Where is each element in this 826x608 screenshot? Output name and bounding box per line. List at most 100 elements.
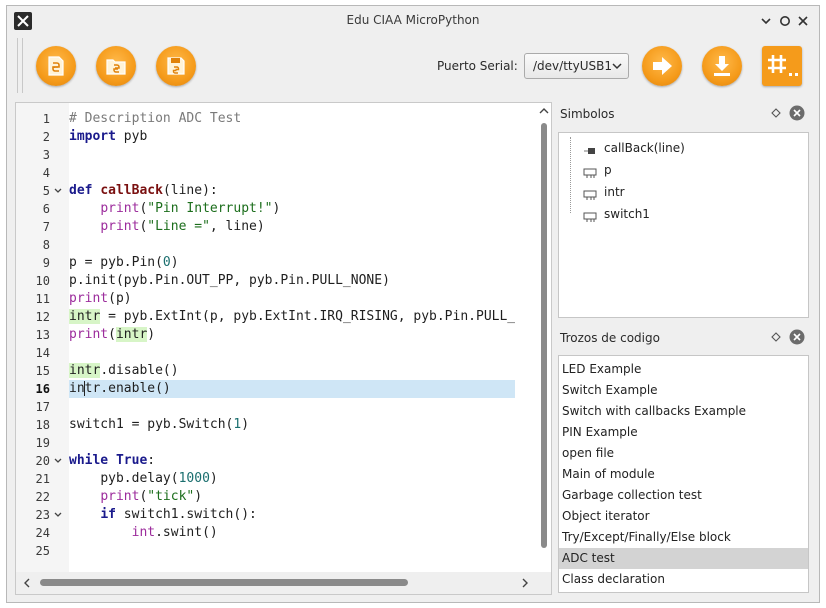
fold-toggle-icon[interactable] [53, 506, 63, 524]
code-line: # Description ADC Test [69, 111, 242, 126]
line-number: 25 [35, 544, 50, 558]
title-bar: Edu CIAA MicroPython [7, 6, 819, 36]
snippet-item[interactable]: open file [559, 443, 808, 464]
python-file-icon [48, 56, 64, 76]
scroll-left-arrow-icon[interactable] [22, 578, 32, 588]
line-number: 3 [42, 148, 50, 162]
code-line: while True: [69, 453, 156, 468]
line-number: 11 [35, 292, 50, 306]
code-line: int.swint() [131, 525, 218, 540]
close-dock-icon[interactable] [789, 329, 805, 345]
hash-terminal-icon [768, 55, 798, 76]
arrow-right-icon [653, 57, 672, 75]
line-number: 22 [35, 490, 50, 504]
editor-vertical-scrollbar[interactable] [537, 103, 551, 557]
variable-icon [583, 187, 597, 200]
editor-horizontal-scrollbar[interactable] [16, 572, 551, 594]
snippet-item[interactable]: PIN Example [559, 422, 808, 443]
close-button[interactable] [796, 14, 810, 28]
floppy-disk-icon [167, 57, 185, 75]
terminal-button[interactable] [762, 46, 802, 86]
line-number: 23 [35, 508, 50, 522]
download-icon [714, 56, 730, 76]
new-file-button[interactable] [36, 46, 76, 86]
code-line: pyb.delay(1000) [100, 471, 218, 486]
line-number: 24 [35, 526, 50, 540]
line-number: 14 [35, 346, 50, 360]
snippet-item[interactable]: Try/Except/Finally/Else block [559, 527, 808, 548]
symbols-dock-title: Simbolos [560, 107, 615, 121]
folder-python-icon [106, 59, 126, 75]
snippets-dock-title: Trozos de codigo [560, 331, 660, 345]
symbol-label: callBack(line) [604, 141, 685, 155]
main-window: Edu CIAA MicroPython Puerto Serial: /dev… [6, 5, 820, 603]
symbol-label: p [604, 163, 612, 177]
horizontal-scroll-thumb[interactable] [40, 579, 408, 586]
download-button[interactable] [702, 46, 742, 86]
float-dock-icon[interactable] [771, 332, 781, 342]
vertical-scroll-thumb[interactable] [541, 123, 547, 548]
chevron-down-icon [612, 60, 622, 74]
snippet-item[interactable]: ADC test [559, 548, 808, 569]
code-line: print("tick") [100, 489, 203, 504]
symbols-tree[interactable]: callBack(line) p intr switch1 [558, 132, 809, 318]
line-number: 8 [42, 238, 50, 252]
minimize-button[interactable] [759, 14, 773, 28]
scroll-right-arrow-icon[interactable] [520, 578, 530, 588]
line-number: 15 [35, 364, 50, 378]
line-number-gutter: 1 2 3 4 5 6 7 8 9 10 11 12 13 14 15 16 17 18 19 20 21 22 23 24 2… [16, 103, 69, 594]
snippet-item[interactable]: Main of module [559, 464, 808, 485]
code-line: print("Pin Interrupt!") [100, 201, 281, 216]
code-line: p.init(pyb.Pin.OUT_PP, pyb.Pin.PULL_NONE… [69, 273, 390, 288]
code-line: print(intr) [69, 327, 156, 342]
tree-guide-line [570, 137, 571, 213]
snippets-list[interactable]: LED Example Switch Example Switch with cal… [558, 355, 809, 593]
symbol-label: intr [604, 185, 625, 199]
code-line: import pyb [69, 129, 148, 144]
save-file-button[interactable] [156, 46, 196, 86]
snippets-dock: Trozos de codigo LED Example Switch Examp… [556, 326, 814, 595]
code-area[interactable]: # Description ADC Test import pyb def ca… [69, 103, 515, 594]
toolbar-grip[interactable] [17, 38, 23, 93]
code-line: intr = pyb.ExtInt(p, pyb.ExtInt.IRQ_RISI… [69, 309, 515, 324]
line-number: 7 [42, 220, 50, 234]
snippet-item[interactable]: Switch with callbacks Example [559, 401, 808, 422]
line-number: 20 [35, 454, 50, 468]
code-line: p = pyb.Pin(0) [69, 255, 179, 270]
line-number: 21 [35, 472, 50, 486]
code-editor[interactable]: 1 2 3 4 5 6 7 8 9 10 11 12 13 14 15 16 17 18 19 20 21 22 23 24 2… [15, 102, 552, 595]
snippet-item[interactable]: Switch Example [559, 380, 808, 401]
scroll-up-arrow-icon[interactable] [539, 106, 549, 116]
line-number: 13 [35, 328, 50, 342]
float-dock-icon[interactable] [771, 108, 781, 118]
code-line: def callBack(line): [69, 183, 218, 198]
snippet-item[interactable]: Garbage collection test [559, 485, 808, 506]
fold-toggle-icon[interactable] [53, 452, 63, 470]
run-button[interactable] [642, 46, 682, 86]
snippet-item[interactable]: Class declaration [559, 569, 808, 590]
close-dock-icon[interactable] [789, 105, 805, 121]
serial-port-value: /dev/ttyUSB1 [533, 59, 612, 73]
code-line: print(p) [69, 291, 132, 306]
line-number: 2 [42, 130, 50, 144]
maximize-button[interactable] [778, 14, 792, 28]
code-line: print("Line =", line) [100, 219, 265, 234]
code-line: if switch1.switch(): [100, 507, 257, 522]
line-number: 17 [35, 400, 50, 414]
snippet-item[interactable]: LED Example [559, 359, 808, 380]
line-number: 5 [42, 184, 50, 198]
open-file-button[interactable] [96, 46, 136, 86]
variable-icon [583, 165, 597, 178]
snippet-item[interactable]: Object iterator [559, 506, 808, 527]
serial-port-select[interactable]: /dev/ttyUSB1 [524, 53, 629, 79]
line-number: 1 [42, 112, 50, 126]
fold-toggle-icon[interactable] [53, 182, 63, 200]
line-number: 4 [42, 166, 50, 180]
code-line: switch1 = pyb.Switch(1) [69, 417, 250, 432]
